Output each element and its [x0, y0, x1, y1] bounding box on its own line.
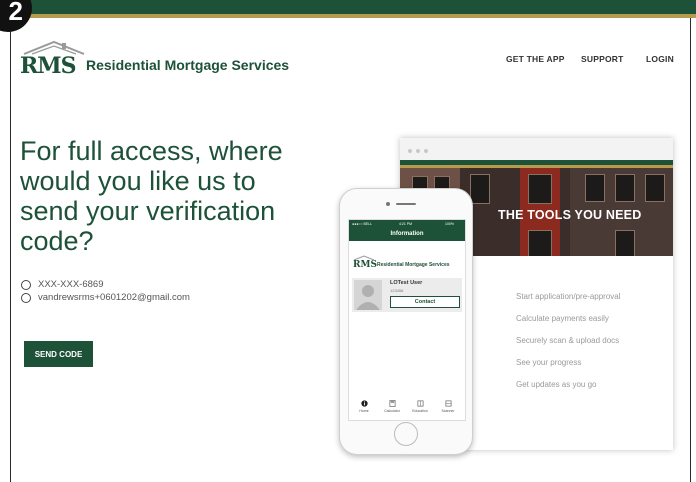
status-time: 4:21 PM — [399, 222, 413, 226]
contact-button[interactable]: Contact — [390, 296, 460, 308]
window-dot-icon — [416, 149, 420, 153]
step-number-badge: 2 — [0, 0, 32, 32]
phone-screen: ●●●○○ BELL 4:21 PM 100% Information RMS … — [348, 219, 466, 421]
browser-chrome — [400, 138, 673, 160]
phone-mockup: ●●●○○ BELL 4:21 PM 100% Information RMS … — [339, 188, 473, 455]
radio-button[interactable] — [21, 279, 31, 290]
status-carrier: ●●●○○ BELL — [352, 222, 373, 226]
phone-home-button — [394, 422, 418, 446]
logo-company-name: Residential Mortgage Services — [86, 57, 290, 73]
speaker-icon — [396, 203, 416, 205]
status-battery: 100% — [445, 222, 454, 226]
feature-item: See your progress — [516, 358, 582, 367]
send-code-button[interactable]: SEND CODE — [24, 341, 93, 367]
feature-item: Get updates as you go — [516, 380, 597, 389]
app-header-title: Information — [349, 228, 465, 241]
calculator-icon — [389, 400, 395, 407]
frame-left-border — [10, 18, 11, 482]
tab-home[interactable]: Home — [351, 400, 377, 413]
verification-option-phone[interactable]: XXX-XXX-6869 — [21, 279, 103, 290]
tab-education[interactable]: Education — [407, 400, 433, 413]
window-dot-icon — [408, 149, 412, 153]
user-id: 123456 — [390, 288, 404, 293]
phone-tab-bar: Home Calculator Education Scanner — [349, 400, 465, 420]
nav-support[interactable]: SUPPORT — [581, 54, 624, 64]
user-name: LOTest User — [390, 280, 423, 286]
avatar — [354, 280, 382, 310]
window-dot-icon — [424, 149, 428, 153]
feature-item: Start application/pre-approval — [516, 292, 621, 301]
top-brand-bar — [0, 0, 696, 14]
phone-logo-name: Residential Mortgage Services — [377, 262, 450, 268]
user-silhouette-icon — [356, 285, 380, 310]
tab-scanner[interactable]: Scanner — [435, 400, 461, 413]
book-icon — [417, 400, 423, 407]
nav-get-the-app[interactable]: GET THE APP — [506, 54, 565, 64]
nav-login[interactable]: LOGIN — [646, 54, 674, 64]
tab-calculator[interactable]: Calculator — [379, 400, 405, 413]
option-label: XXX-XXX-6869 — [38, 279, 104, 290]
feature-item: Securely scan & upload docs — [516, 336, 620, 345]
option-label: vandrewsrms+0601202@gmail.com — [38, 292, 190, 303]
camera-icon — [386, 202, 390, 206]
page-title: For full access, where would you like us… — [20, 136, 283, 256]
verification-option-email[interactable]: vandrewsrms+0601202@gmail.com — [21, 292, 190, 303]
hero-title: THE TOOLS YOU NEED — [498, 208, 642, 222]
phone-logo-mark: RMS — [353, 260, 377, 270]
top-gold-stripe — [0, 14, 696, 18]
user-card: LOTest User 123456 Contact — [352, 278, 462, 312]
info-icon — [360, 400, 368, 407]
phone-status-bar: ●●●○○ BELL 4:21 PM 100% — [349, 220, 465, 228]
scanner-icon — [445, 400, 451, 407]
logo-mark: RMS — [20, 53, 77, 79]
frame-right-border — [690, 18, 691, 482]
rms-logo[interactable]: RMS Residential Mortgage Services — [20, 40, 289, 80]
feature-item: Calculate payments easily — [516, 314, 609, 323]
radio-button[interactable] — [21, 292, 31, 303]
